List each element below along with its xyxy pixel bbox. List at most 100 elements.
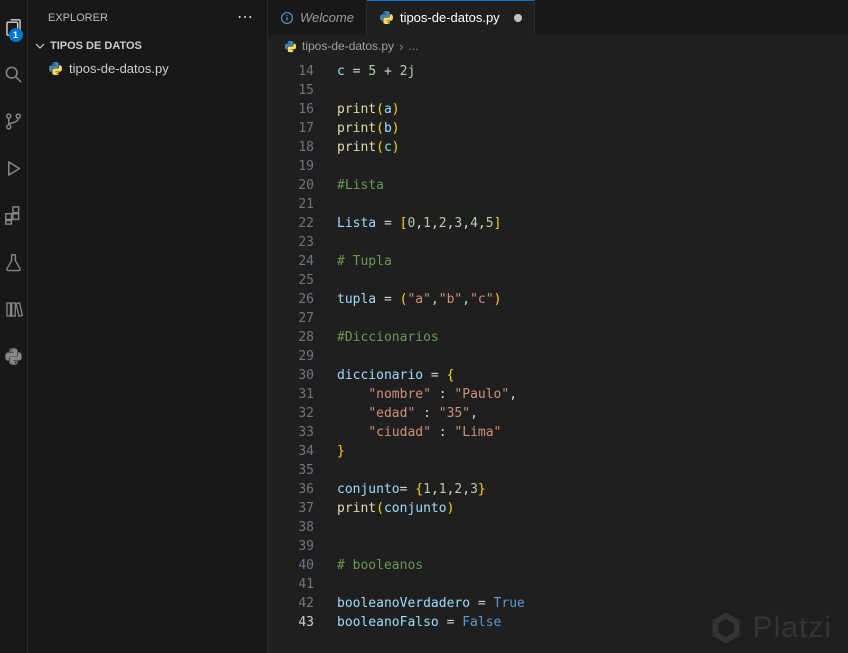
explorer-badge: 1 — [8, 28, 23, 42]
python-file-icon — [284, 40, 297, 52]
file-label: tipos-de-datos.py — [69, 60, 169, 76]
code-line[interactable]: 22 Lista = [0,1,2,3,4,5] — [268, 214, 848, 233]
code-line[interactable]: 26 tupla = ("a","b","c") — [268, 290, 848, 309]
line-number[interactable]: 17 — [268, 119, 314, 138]
line-number[interactable]: 28 — [268, 328, 314, 347]
code-line[interactable]: 25 — [268, 271, 848, 290]
code-text: print(c) — [337, 140, 400, 155]
activity-extensions-button[interactable] — [0, 192, 28, 239]
line-number[interactable]: 37 — [268, 499, 314, 518]
line-number[interactable]: 35 — [268, 461, 314, 480]
line-number[interactable]: 43 — [268, 613, 314, 632]
code-line[interactable]: 20 #Lista — [268, 176, 848, 195]
line-number[interactable]: 22 — [268, 214, 314, 233]
line-number[interactable]: 21 — [268, 195, 314, 214]
code-text: booleanoVerdadero = True — [337, 596, 525, 611]
sidebar-file-tipos-de-datos[interactable]: tipos-de-datos.py — [28, 57, 267, 79]
line-number[interactable]: 40 — [268, 556, 314, 575]
chevron-down-icon — [35, 43, 45, 49]
code-line[interactable]: 28 #Diccionarios — [268, 328, 848, 347]
line-number[interactable]: 36 — [268, 480, 314, 499]
more-actions-icon[interactable]: ⋯ — [237, 9, 253, 26]
code-line[interactable]: 40 # booleanos — [268, 556, 848, 575]
code-line[interactable]: 43 booleanoFalso = False — [268, 613, 848, 632]
code-line[interactable]: 35 — [268, 461, 848, 480]
code-line[interactable]: 23 — [268, 233, 848, 252]
code-line[interactable]: 37 print(conjunto) — [268, 499, 848, 518]
activity-search-button[interactable] — [0, 51, 28, 98]
code-line[interactable]: 38 — [268, 518, 848, 537]
breadcrumb-symbol[interactable]: ... — [408, 39, 418, 53]
code-line[interactable]: 15 — [268, 81, 848, 100]
line-number[interactable]: 23 — [268, 233, 314, 252]
line-number[interactable]: 31 — [268, 385, 314, 404]
beaker-icon — [6, 254, 21, 272]
line-number[interactable]: 30 — [268, 366, 314, 385]
code-text: diccionario = { — [337, 368, 455, 383]
line-number[interactable]: 32 — [268, 404, 314, 423]
activity-library-button[interactable] — [0, 286, 28, 333]
sidebar-folder-tipos-de-datos[interactable]: TIPOS DE DATOS — [28, 35, 267, 57]
line-number[interactable]: 16 — [268, 100, 314, 119]
line-number[interactable]: 14 — [268, 62, 314, 81]
line-number[interactable]: 39 — [268, 537, 314, 556]
code-line[interactable]: 17 print(b) — [268, 119, 848, 138]
line-number[interactable]: 26 — [268, 290, 314, 309]
code-line[interactable]: 42 booleanoVerdadero = True — [268, 594, 848, 613]
line-number[interactable]: 24 — [268, 252, 314, 271]
code-line[interactable]: 33 "ciudad" : "Lima" — [268, 423, 848, 442]
code-editor[interactable]: 14 c = 5 + 2j 15 16 print(a) 17 print(b) 18 prin… — [268, 57, 848, 653]
activity-source-control-button[interactable] — [0, 98, 28, 145]
code-line[interactable]: 36 conjunto= {1,1,2,3} — [268, 480, 848, 499]
code-line[interactable]: 14 c = 5 + 2j — [268, 62, 848, 81]
line-number[interactable]: 27 — [268, 309, 314, 328]
git-branch-icon — [6, 113, 21, 130]
tab-welcome[interactable]: Welcome — [268, 0, 367, 35]
code-line[interactable]: 16 print(a) — [268, 100, 848, 119]
code-text: conjunto= {1,1,2,3} — [337, 482, 486, 497]
code-text: "ciudad" : "Lima" — [368, 425, 502, 440]
activity-explorer-button[interactable]: 1 — [0, 4, 28, 51]
vscode-window: 1 EXPLORER ⋯ TIPOS DE DATOS tipos-de-dat… — [0, 0, 848, 653]
unsaved-dot-icon[interactable] — [513, 13, 522, 22]
line-number[interactable]: 20 — [268, 176, 314, 195]
line-number[interactable]: 29 — [268, 347, 314, 366]
code-line[interactable]: 41 — [268, 575, 848, 594]
line-number[interactable]: 42 — [268, 594, 314, 613]
line-number[interactable]: 38 — [268, 518, 314, 537]
python-file-icon — [379, 10, 393, 25]
code-line[interactable]: 34} — [268, 442, 848, 461]
code-text: "edad" : "35", — [368, 406, 478, 421]
sidebar-header: EXPLORER ⋯ — [28, 0, 267, 35]
code-line[interactable]: 19 — [268, 157, 848, 176]
line-number[interactable]: 19 — [268, 157, 314, 176]
code-line[interactable]: 27 — [268, 309, 848, 328]
activity-testing-button[interactable] — [0, 239, 28, 286]
code-line[interactable]: 18 print(c) — [268, 138, 848, 157]
code-text: tupla = ("a","b","c") — [337, 292, 502, 307]
tab-tipos-de-datos[interactable]: tipos-de-datos.py — [366, 0, 535, 35]
activity-run-debug-button[interactable] — [0, 145, 28, 192]
activity-python-button[interactable] — [0, 333, 28, 380]
line-number[interactable]: 34 — [268, 442, 314, 461]
code-line[interactable]: 30 diccionario = { — [268, 366, 848, 385]
code-line[interactable]: 31 "nombre" : "Paulo", — [268, 385, 848, 404]
code-line[interactable]: 32 "edad" : "35", — [268, 404, 848, 423]
code-line[interactable]: 39 — [268, 537, 848, 556]
code-line[interactable]: 29 — [268, 347, 848, 366]
code-line[interactable]: 21 — [268, 195, 848, 214]
python-file-icon — [49, 61, 62, 75]
line-number[interactable]: 18 — [268, 138, 314, 157]
line-number[interactable]: 25 — [268, 271, 314, 290]
code-line[interactable]: 24 # Tupla — [268, 252, 848, 271]
line-number[interactable]: 41 — [268, 575, 314, 594]
line-number[interactable]: 15 — [268, 81, 314, 100]
code-text: #Lista — [337, 178, 384, 193]
editor-group: Welcome tipos-de-datos.py tipos-de-datos… — [268, 0, 848, 653]
breadcrumb-file[interactable]: tipos-de-datos.py — [302, 39, 394, 53]
code-text: booleanoFalso = False — [337, 615, 502, 630]
line-number[interactable]: 33 — [268, 423, 314, 442]
